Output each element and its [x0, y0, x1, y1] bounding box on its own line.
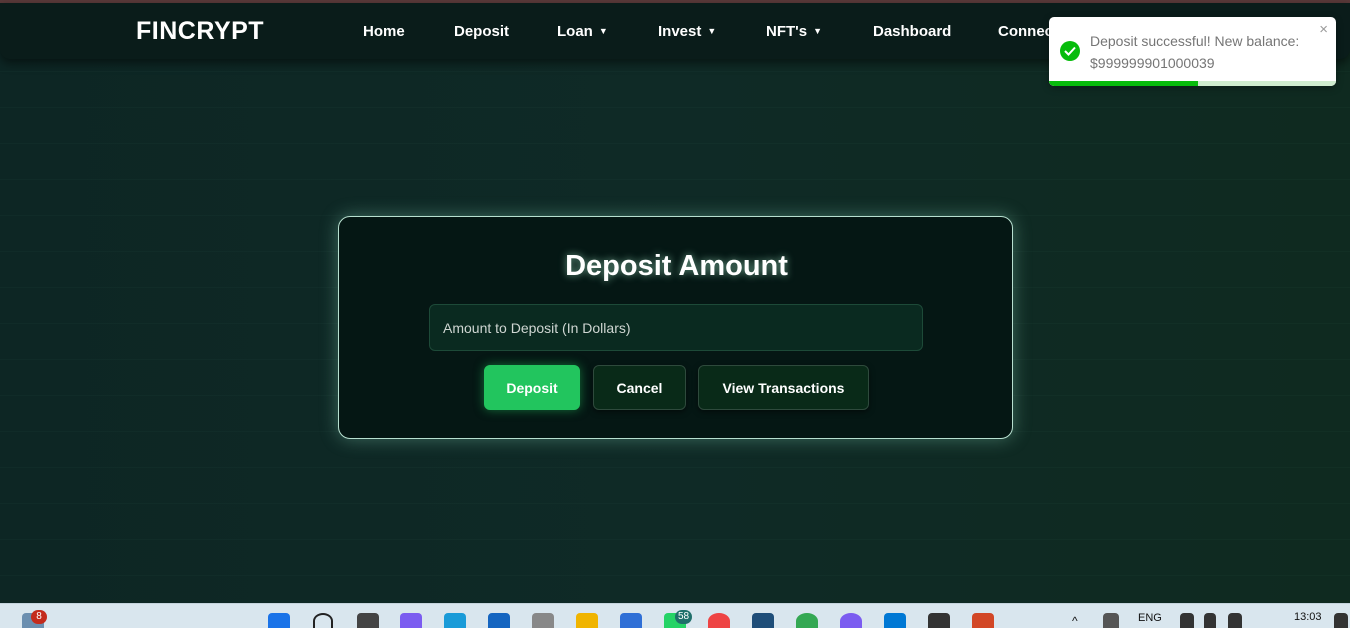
- search-icon[interactable]: [313, 613, 333, 628]
- task-view-icon[interactable]: [357, 613, 379, 628]
- nav-dashboard[interactable]: Dashboard: [873, 23, 951, 40]
- nav-invest-label: Invest: [658, 23, 702, 40]
- deposit-card: Deposit Amount Deposit Cancel View Trans…: [338, 216, 1013, 439]
- nav-home[interactable]: Home: [363, 23, 405, 40]
- brand-logo[interactable]: FINCRYPT: [136, 17, 264, 46]
- whatsapp-badge: 58: [675, 610, 693, 624]
- chevron-up-icon[interactable]: ^: [1072, 614, 1078, 628]
- deposit-button[interactable]: Deposit: [484, 365, 580, 410]
- cancel-button[interactable]: Cancel: [593, 365, 686, 410]
- clock-app-icon[interactable]: [532, 613, 554, 628]
- chrome-alt-icon[interactable]: [840, 613, 862, 628]
- nav-dashboard-label: Dashboard: [873, 23, 952, 40]
- file-explorer-icon[interactable]: [576, 613, 598, 628]
- edge-icon[interactable]: [444, 613, 466, 628]
- check-circle-icon: [1060, 41, 1080, 61]
- close-icon[interactable]: ×: [1319, 21, 1328, 38]
- vscode-icon[interactable]: [884, 613, 906, 628]
- battery-icon[interactable]: [1228, 613, 1242, 628]
- wifi-icon[interactable]: [1180, 613, 1194, 628]
- nav-nfts[interactable]: NFT's ▼: [766, 23, 822, 40]
- taskbar: 8 58 ^ ENG 13:03: [0, 603, 1350, 628]
- powerpoint-icon[interactable]: [972, 613, 994, 628]
- toast-progress-bar: [1049, 81, 1199, 86]
- toast-message: Deposit successful! New balance: $999999…: [1090, 33, 1300, 71]
- toast-notification[interactable]: Deposit successful! New balance: $999999…: [1049, 17, 1336, 86]
- chrome-icon[interactable]: [796, 613, 818, 628]
- nav-connect-label: Connec: [998, 23, 1054, 40]
- amount-input[interactable]: [429, 304, 923, 351]
- deposit-title: Deposit Amount: [565, 250, 788, 282]
- language-indicator[interactable]: ENG: [1138, 612, 1162, 624]
- volume-icon[interactable]: [1204, 613, 1216, 628]
- terminal-icon[interactable]: [928, 613, 950, 628]
- nav-home-label: Home: [363, 23, 405, 40]
- notification-badge: 8: [31, 610, 47, 624]
- chevron-down-icon: ▼: [598, 26, 608, 36]
- notification-center-icon[interactable]: [1334, 613, 1348, 628]
- nav-invest[interactable]: Invest ▼: [658, 23, 716, 40]
- chevron-down-icon: ▼: [707, 26, 717, 36]
- mysql-icon[interactable]: [752, 613, 774, 628]
- copilot-icon[interactable]: [400, 613, 422, 628]
- chrome-profile-icon[interactable]: [708, 613, 730, 628]
- nav-deposit-label: Deposit: [454, 23, 510, 40]
- view-transactions-button[interactable]: View Transactions: [698, 365, 869, 410]
- store-icon[interactable]: [488, 613, 510, 628]
- chevron-down-icon: ▼: [813, 26, 822, 36]
- nav-nfts-label: NFT's: [766, 23, 808, 40]
- nav-loan-label: Loan: [557, 23, 593, 40]
- nav-connect[interactable]: Connec: [998, 23, 1053, 40]
- clock-time[interactable]: 13:03: [1294, 611, 1322, 623]
- nav-loan[interactable]: Loan ▼: [557, 23, 608, 40]
- tray-icon[interactable]: [1103, 613, 1119, 628]
- nav-deposit[interactable]: Deposit: [454, 23, 509, 40]
- todo-icon[interactable]: [620, 613, 642, 628]
- start-icon[interactable]: [268, 613, 290, 628]
